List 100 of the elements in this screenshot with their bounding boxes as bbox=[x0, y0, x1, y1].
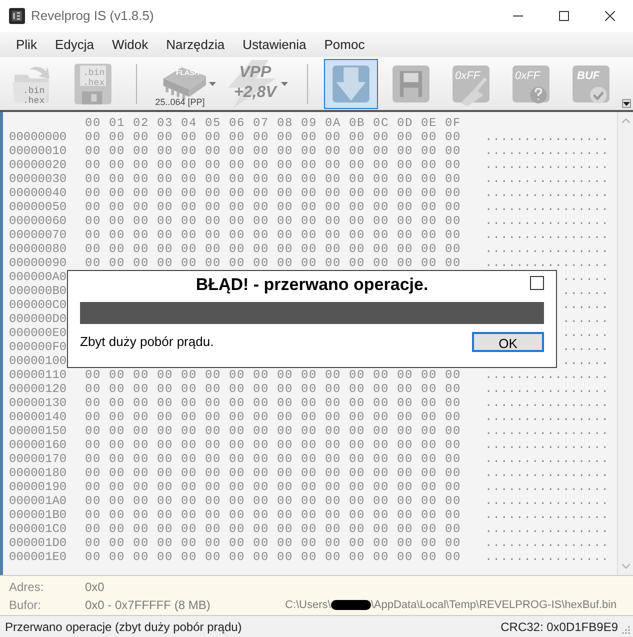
byte-cells: 00 00 00 00 00 00 00 00 00 00 00 00 00 00 00 00 bbox=[85, 508, 483, 522]
byte-cells: 00 00 00 00 00 00 00 00 00 00 00 00 00 00 00 00 bbox=[85, 522, 483, 536]
byte-cells: 00 00 00 00 00 00 00 00 00 00 00 00 00 00 00 00 bbox=[85, 382, 483, 396]
byte-cells: 00 00 00 00 00 00 00 00 00 00 00 00 00 00 00 00 bbox=[85, 536, 483, 550]
dialog-title: BŁĄD! - przerwano operacje. bbox=[196, 274, 428, 296]
address-cell-text: 000000D0 bbox=[9, 312, 68, 326]
ascii-cell: ................ bbox=[484, 200, 609, 214]
status-message: Przerwano operacje (zbyt duży pobór prądu) bbox=[5, 618, 242, 636]
scrollbar[interactable] bbox=[617, 112, 633, 575]
address-cell-text: 000001A0 bbox=[9, 494, 68, 508]
address-cell-text: 00000130 bbox=[9, 396, 68, 410]
menu-item[interactable]: Plik bbox=[7, 34, 46, 56]
address-cell-text: 000001D0 bbox=[9, 536, 68, 550]
byte-cells: 00 00 00 00 00 00 00 00 00 00 00 00 00 00 00 00 bbox=[85, 144, 483, 158]
address-cell-text: 00000010 bbox=[9, 144, 68, 158]
ascii-cell: ................ bbox=[484, 536, 609, 550]
byte-cells: 00 00 00 00 00 00 00 00 00 00 00 00 00 00 00 00 bbox=[85, 242, 483, 256]
address-cell-text: 00000040 bbox=[9, 186, 68, 200]
address-cell-text: 00000000 bbox=[9, 130, 68, 144]
ascii-cell: ...... bbox=[562, 298, 609, 312]
address-cell-text: 00000190 bbox=[9, 480, 68, 494]
menu-item[interactable]: Edycja bbox=[46, 34, 103, 56]
byte-cells: 00 00 00 00 00 00 00 00 00 00 00 00 00 00 00 00 bbox=[85, 480, 483, 494]
ascii-cell: ................ bbox=[484, 438, 609, 452]
byte-cells: 00 00 00 00 00 00 00 00 00 00 00 00 00 00 00 00 bbox=[85, 452, 483, 466]
address-cell-text: 000000A0 bbox=[9, 270, 68, 284]
checkbox[interactable] bbox=[530, 276, 544, 290]
ascii-cell: ................ bbox=[484, 424, 609, 438]
ascii-cell: ................ bbox=[484, 242, 609, 256]
address-cell-text: 00000030 bbox=[9, 172, 68, 186]
ascii-cell: ...... bbox=[562, 312, 609, 326]
byte-cells: 00 00 00 00 00 00 00 00 00 00 00 00 00 00 00 00 bbox=[85, 410, 483, 424]
scroll-up-icon bbox=[622, 118, 630, 123]
address-cell-text: 00000100 bbox=[9, 354, 68, 368]
address-cell-text: 00000170 bbox=[9, 452, 68, 466]
maximize-icon bbox=[559, 11, 569, 21]
ascii-cell: ...... bbox=[562, 340, 609, 354]
ascii-cell: ................ bbox=[484, 522, 609, 536]
ascii-cell: ................ bbox=[484, 144, 609, 158]
ascii-cell: ................ bbox=[484, 158, 609, 172]
byte-cells: 00 00 00 00 00 00 00 00 00 00 00 00 00 00 00 00 bbox=[85, 494, 483, 508]
read-button[interactable] bbox=[324, 58, 378, 108]
menu-item[interactable]: Ustawienia bbox=[234, 34, 316, 56]
ascii-cell: ...... bbox=[562, 354, 609, 368]
byte-cells: 00 00 00 00 00 00 00 00 00 00 00 00 00 00 00 00 bbox=[85, 172, 483, 186]
ascii-cell: ................ bbox=[484, 186, 609, 200]
ascii-cell: ................ bbox=[484, 480, 609, 494]
address-cell-text: 00000070 bbox=[9, 228, 68, 242]
menu-item[interactable]: Widok bbox=[102, 34, 158, 56]
ascii-cell: ................ bbox=[484, 130, 609, 144]
window-title: Revelprog IS (v1.8.5) bbox=[31, 7, 154, 26]
address-cell-text: 00000140 bbox=[9, 410, 68, 424]
byte-cells: 00 00 00 00 00 00 00 00 00 00 00 00 00 00 00 00 bbox=[85, 466, 483, 480]
ascii-cell: ................ bbox=[484, 382, 609, 396]
ok-button[interactable]: OK bbox=[472, 332, 544, 352]
address-cell-text: 00000020 bbox=[9, 158, 68, 172]
info-label: Bufor: bbox=[9, 596, 42, 614]
byte-cells: 00 00 00 00 00 00 00 00 00 00 00 00 00 00 00 00 bbox=[85, 424, 483, 438]
ascii-cell: ................ bbox=[484, 466, 609, 480]
ascii-cell: ................ bbox=[484, 452, 609, 466]
address-cell-text: 00000110 bbox=[9, 368, 68, 382]
byte-cells: 00 00 00 00 00 00 00 00 00 00 00 00 00 00 00 00 bbox=[85, 130, 483, 144]
path-text: C:\Users\ bbox=[285, 598, 331, 612]
menu-item[interactable]: Pomoc bbox=[315, 34, 374, 56]
toolbar-overflow-button[interactable] bbox=[622, 99, 631, 108]
byte-cells: 00 00 00 00 00 00 00 00 00 00 00 00 00 00 00 00 bbox=[85, 438, 483, 452]
address-cell-text: 00000090 bbox=[9, 256, 68, 270]
address-cell-text: 00000080 bbox=[9, 242, 68, 256]
info-label: Adres: bbox=[9, 578, 45, 596]
scroll-down-icon bbox=[622, 564, 630, 569]
close-icon bbox=[605, 11, 615, 21]
ascii-cell: ...... bbox=[562, 326, 609, 340]
ascii-cell: ................ bbox=[484, 368, 609, 382]
ascii-cell: ................ bbox=[484, 508, 609, 522]
dialog-message: Zbyt duży pobór prądu. bbox=[80, 333, 214, 352]
lightning-icon bbox=[226, 60, 278, 108]
ascii-cell: ................ bbox=[484, 214, 609, 228]
byte-cells: 00 00 00 00 00 00 00 00 00 00 00 00 00 00 00 00 bbox=[85, 396, 483, 410]
address-cell-text: 000000B0 bbox=[9, 284, 68, 298]
address-cell-text: 00000180 bbox=[9, 466, 68, 480]
byte-cells: 00 00 00 00 00 00 00 00 00 00 00 00 00 00 00 00 bbox=[85, 158, 483, 172]
info-value: 0x0 bbox=[85, 578, 106, 596]
address-cell-text: 00000050 bbox=[9, 200, 68, 214]
byte-cells: 00 00 00 00 00 00 00 00 00 00 00 00 00 00 00 00 bbox=[85, 256, 483, 270]
ascii-cell: ...... bbox=[562, 284, 609, 298]
resize-grip-icon[interactable] bbox=[622, 626, 630, 634]
byte-cells: 00 00 00 00 00 00 00 00 00 00 00 00 00 00 00 00 bbox=[85, 228, 483, 242]
address-cell-text: 000000E0 bbox=[9, 326, 68, 340]
caret-icon bbox=[209, 82, 216, 86]
ascii-cell: ...... bbox=[562, 270, 609, 284]
address-cell-text: 00000150 bbox=[9, 424, 68, 438]
app-icon bbox=[9, 8, 25, 24]
address-cell-text: 000001C0 bbox=[9, 522, 68, 536]
column-header: 00 01 02 03 04 05 06 07 08 09 0A 0B 0C 0D 0E 0F bbox=[85, 116, 462, 130]
ascii-cell: ................ bbox=[484, 172, 609, 186]
address-cell-text: 000001B0 bbox=[9, 508, 68, 522]
ascii-cell: ................ bbox=[484, 396, 609, 410]
crc-text: CRC32: 0x0D1FB9E9 bbox=[500, 618, 618, 636]
address-cell-text: 000000C0 bbox=[9, 298, 68, 312]
menu-item[interactable]: Narzędzia bbox=[157, 34, 234, 56]
